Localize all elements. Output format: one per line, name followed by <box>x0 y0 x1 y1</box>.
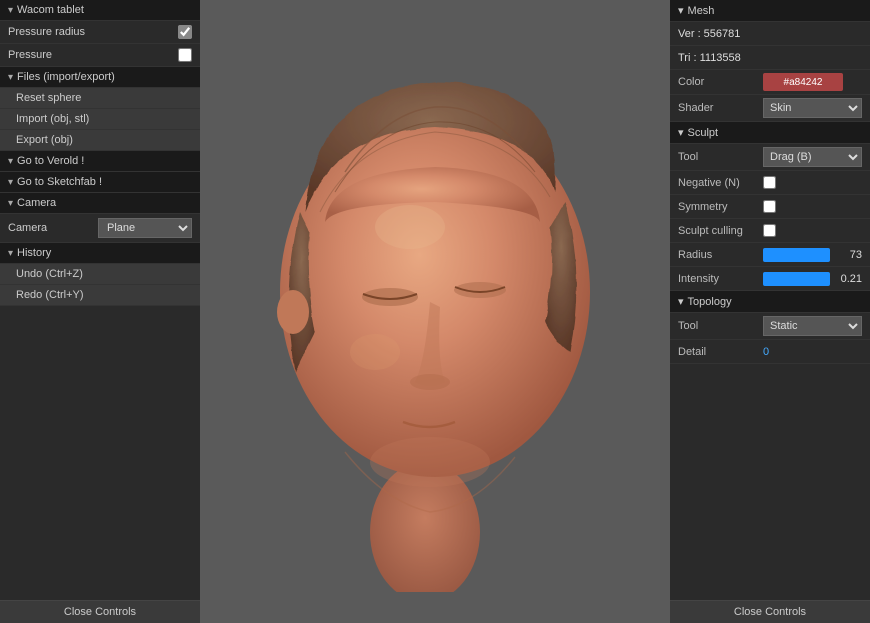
history-arrow: ▾ <box>8 248 13 259</box>
import-btn[interactable]: Import (obj, stl) <box>0 109 200 130</box>
verold-label: Go to Verold ! <box>17 155 84 167</box>
symmetry-row: Symmetry <box>670 195 870 219</box>
radius-value: 73 <box>834 249 862 261</box>
reset-sphere-btn[interactable]: Reset sphere <box>0 88 200 109</box>
symmetry-label: Symmetry <box>678 201 763 213</box>
camera-section-header[interactable]: ▾ Camera <box>0 193 200 214</box>
verold-arrow: ▾ <box>8 156 13 167</box>
right-close-controls-btn[interactable]: Close Controls <box>670 600 870 623</box>
intensity-row: Intensity 0.21 <box>670 267 870 291</box>
color-label: Color <box>678 76 763 88</box>
mesh-arrow: ▾ <box>678 4 684 17</box>
tri-value: Tri : 1113558 <box>678 52 862 64</box>
tool-select[interactable]: Drag (B) Brush (X) Inflate (I) Flatten (… <box>763 147 862 167</box>
sculpt-culling-row: Sculpt culling <box>670 219 870 243</box>
topology-label: Topology <box>688 296 732 308</box>
tri-row: Tri : 1113558 <box>670 46 870 70</box>
sculpt-culling-label: Sculpt culling <box>678 225 763 237</box>
camera-label: Camera <box>17 197 56 209</box>
detail-label: Detail <box>678 346 763 358</box>
wacom-arrow: ▾ <box>8 5 13 16</box>
mesh-label: Mesh <box>688 5 715 17</box>
sketchfab-header[interactable]: ▾ Go to Sketchfab ! <box>0 172 200 193</box>
radius-slider-bar[interactable] <box>763 248 830 262</box>
detail-value: 0 <box>763 346 769 358</box>
right-panel: ▾ Mesh Ver : 556781 Tri : 1113558 Color … <box>670 0 870 623</box>
pressure-row: Pressure <box>0 44 200 67</box>
sketchfab-arrow: ▾ <box>8 177 13 188</box>
color-hex: #a84242 <box>784 77 823 88</box>
canvas <box>200 0 670 623</box>
verold-header[interactable]: ▾ Go to Verold ! <box>0 151 200 172</box>
shader-select[interactable]: Skin Matcap Wireframe Normal <box>763 98 862 118</box>
files-section-header[interactable]: ▾ Files (import/export) <box>0 67 200 88</box>
sculpt-culling-checkbox[interactable] <box>763 224 776 237</box>
shader-row: Shader Skin Matcap Wireframe Normal <box>670 95 870 122</box>
topology-tool-select[interactable]: Static Dynamic Decimation <box>763 316 862 336</box>
topology-tool-row: Tool Static Dynamic Decimation <box>670 313 870 340</box>
pressure-radius-checkbox[interactable] <box>178 25 192 39</box>
head-svg <box>225 32 645 592</box>
camera-row: Camera Plane Perspective Orthographic <box>0 214 200 243</box>
radius-label: Radius <box>678 249 763 261</box>
negative-row: Negative (N) <box>670 171 870 195</box>
redo-btn[interactable]: Redo (Ctrl+Y) <box>0 285 200 306</box>
sculpt-section-header[interactable]: ▾ Sculpt <box>670 122 870 144</box>
ver-value: Ver : 556781 <box>678 28 862 40</box>
color-picker[interactable]: #a84242 <box>763 73 843 91</box>
camera-arrow: ▾ <box>8 198 13 209</box>
left-close-controls-btn[interactable]: Close Controls <box>0 600 200 623</box>
intensity-slider-container[interactable]: 0.21 <box>763 272 862 286</box>
radius-slider-container[interactable]: 73 <box>763 248 862 262</box>
topology-tool-label: Tool <box>678 320 763 332</box>
camera-select[interactable]: Plane Perspective Orthographic <box>98 218 192 238</box>
negative-checkbox[interactable] <box>763 176 776 189</box>
topology-arrow: ▾ <box>678 295 684 308</box>
tool-row: Tool Drag (B) Brush (X) Inflate (I) Flat… <box>670 144 870 171</box>
tool-label: Tool <box>678 151 763 163</box>
pressure-radius-row: Pressure radius <box>0 21 200 44</box>
wacom-label: Wacom tablet <box>17 4 84 16</box>
topology-section-header[interactable]: ▾ Topology <box>670 291 870 313</box>
intensity-slider-bar[interactable] <box>763 272 830 286</box>
files-label: Files (import/export) <box>17 71 115 83</box>
viewport[interactable] <box>200 0 670 623</box>
sketchfab-label: Go to Sketchfab ! <box>17 176 102 188</box>
color-row: Color #a84242 <box>670 70 870 95</box>
detail-row: Detail 0 <box>670 340 870 364</box>
wacom-section-header[interactable]: ▾ Wacom tablet <box>0 0 200 21</box>
camera-type-label: Camera <box>8 222 92 234</box>
sculpt-arrow: ▾ <box>678 126 684 139</box>
intensity-label: Intensity <box>678 273 763 285</box>
files-arrow: ▾ <box>8 72 13 83</box>
mesh-section-header[interactable]: ▾ Mesh <box>670 0 870 22</box>
history-section-header[interactable]: ▾ History <box>0 243 200 264</box>
pressure-label: Pressure <box>8 49 172 61</box>
negative-label: Negative (N) <box>678 177 763 189</box>
sculpt-label: Sculpt <box>688 127 719 139</box>
ver-row: Ver : 556781 <box>670 22 870 46</box>
export-btn[interactable]: Export (obj) <box>0 130 200 151</box>
pressure-checkbox[interactable] <box>178 48 192 62</box>
symmetry-checkbox[interactable] <box>763 200 776 213</box>
radius-row: Radius 73 <box>670 243 870 267</box>
history-label: History <box>17 247 51 259</box>
pressure-radius-label: Pressure radius <box>8 26 172 38</box>
left-panel: ▾ Wacom tablet Pressure radius Pressure … <box>0 0 200 623</box>
undo-btn[interactable]: Undo (Ctrl+Z) <box>0 264 200 285</box>
shader-label: Shader <box>678 102 763 114</box>
intensity-value: 0.21 <box>834 273 862 285</box>
